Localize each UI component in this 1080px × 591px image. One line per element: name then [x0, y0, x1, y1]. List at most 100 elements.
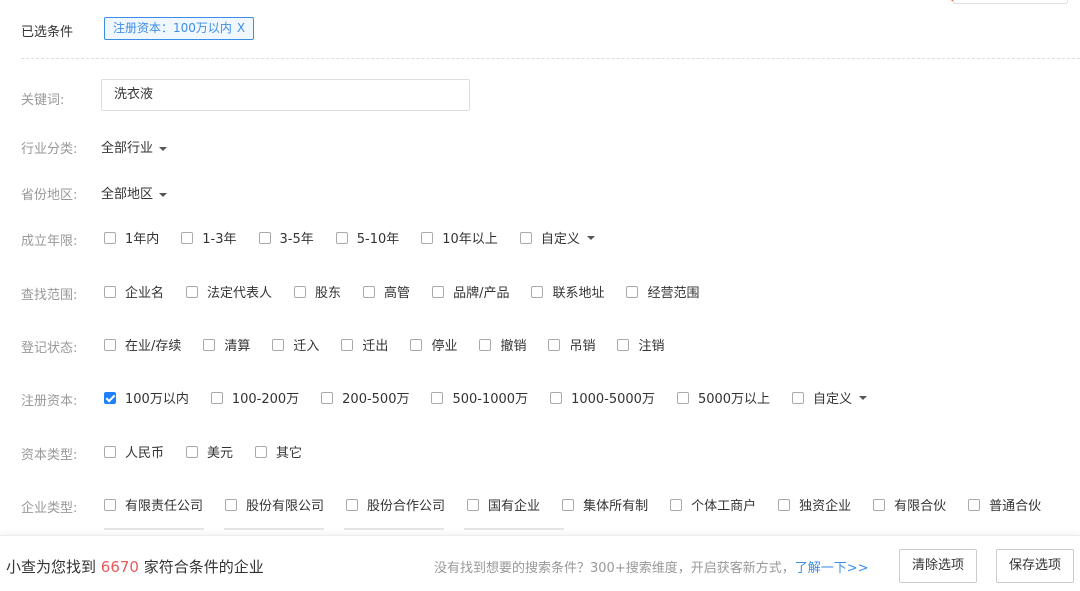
- clear-options-button[interactable]: 清除选项: [899, 549, 978, 583]
- status-option[interactable]: 迁入: [272, 335, 319, 354]
- checkbox-checked-icon[interactable]: [104, 391, 116, 404]
- scope-option[interactable]: 品牌/产品: [432, 282, 509, 301]
- checkbox-icon[interactable]: [104, 498, 116, 511]
- option-label: 有限责任公司: [125, 499, 204, 514]
- company-type-option[interactable]: 有限合伙: [873, 495, 946, 514]
- scope-option[interactable]: 联系地址: [531, 282, 604, 301]
- checkbox-icon[interactable]: [104, 338, 116, 351]
- established-option[interactable]: 1-3年: [181, 228, 237, 247]
- industry-dropdown[interactable]: 全部行业: [101, 137, 168, 156]
- scope-option[interactable]: 法定代表人: [186, 282, 272, 301]
- status-option[interactable]: 注销: [617, 335, 665, 354]
- checkbox-icon[interactable]: [321, 391, 334, 404]
- company-type-option[interactable]: 个体工商户: [670, 495, 756, 514]
- status-option[interactable]: 撤销: [479, 335, 526, 354]
- checkbox-icon[interactable]: [272, 338, 285, 351]
- learn-more-link[interactable]: 了解一下>>: [795, 561, 869, 576]
- status-option[interactable]: 停业: [410, 335, 457, 354]
- status-option[interactable]: 吊销: [548, 335, 595, 354]
- checkbox-icon[interactable]: [562, 498, 575, 511]
- capital-type-option[interactable]: 人民币: [104, 442, 164, 461]
- established-option[interactable]: 3-5年: [258, 228, 314, 247]
- scope-option[interactable]: 经营范围: [626, 282, 699, 301]
- checkbox-icon[interactable]: [186, 445, 199, 458]
- company-type-option[interactable]: 独资企业: [778, 495, 851, 514]
- option-label: 联系地址: [552, 286, 605, 301]
- status-option[interactable]: 清算: [203, 335, 250, 354]
- checkbox-icon[interactable]: [550, 391, 563, 404]
- company-type-option[interactable]: 集体所有制: [562, 495, 648, 514]
- selected-tag-capital[interactable]: 注册资本：100万以内 X: [104, 17, 255, 40]
- checkbox-icon[interactable]: [676, 391, 689, 404]
- checkbox-icon[interactable]: [225, 498, 238, 511]
- company-type-option[interactable]: 有限责任公司: [104, 495, 203, 514]
- checkbox-icon[interactable]: [792, 391, 805, 404]
- checkbox-icon[interactable]: [104, 445, 116, 458]
- capital-option[interactable]: 5000万以上: [676, 388, 770, 407]
- checkbox-icon[interactable]: [104, 231, 116, 244]
- capital-type-option[interactable]: 美元: [186, 442, 233, 461]
- option-label: 股份有限公司: [246, 499, 325, 514]
- checkbox-icon[interactable]: [421, 231, 434, 244]
- checkbox-icon[interactable]: [341, 338, 354, 351]
- region-dropdown[interactable]: 全部地区: [101, 183, 168, 202]
- company-type-option[interactable]: 股份合作公司: [346, 495, 445, 514]
- capital-option[interactable]: 100-200万: [210, 388, 299, 407]
- checkbox-icon[interactable]: [479, 338, 492, 351]
- checkbox-icon[interactable]: [104, 285, 116, 298]
- checkbox-icon[interactable]: [186, 285, 199, 298]
- option-label: 高管: [384, 286, 411, 301]
- checkbox-icon[interactable]: [778, 498, 791, 511]
- checkbox-icon[interactable]: [181, 231, 194, 244]
- scope-option[interactable]: 企业名: [104, 282, 164, 301]
- capital-option[interactable]: 200-500万: [321, 388, 409, 407]
- checkbox-icon[interactable]: [617, 338, 630, 351]
- capital-option[interactable]: 自定义: [792, 388, 868, 407]
- status-option[interactable]: 在业/存续: [104, 335, 181, 354]
- checkbox-icon[interactable]: [670, 498, 683, 511]
- established-option[interactable]: 10年以上: [421, 228, 498, 247]
- checkbox-icon[interactable]: [531, 285, 544, 298]
- checkbox-icon[interactable]: [346, 498, 359, 511]
- company-type-option[interactable]: 普通合伙: [968, 495, 1041, 514]
- capital-option[interactable]: 1000-5000万: [550, 388, 655, 407]
- checkbox-icon[interactable]: [873, 498, 886, 511]
- scope-option[interactable]: 高管: [363, 282, 410, 301]
- status-option[interactable]: 迁出: [341, 335, 388, 354]
- selected-tag-text: 注册资本：100万以内: [113, 21, 232, 35]
- option-label: 国有企业: [488, 499, 541, 514]
- upgrade-hint: 没有找到想要的搜索条件？300+搜索维度，开启获客新方式，了解一下>>: [434, 557, 869, 576]
- checkbox-icon[interactable]: [431, 391, 444, 404]
- company-type-option[interactable]: 股份有限公司: [225, 495, 324, 514]
- option-label: 美元: [207, 446, 234, 461]
- checkbox-icon[interactable]: [432, 285, 445, 298]
- established-option[interactable]: 5-10年: [335, 228, 399, 247]
- save-options-button[interactable]: 保存选项: [996, 549, 1075, 583]
- scope-option[interactable]: 股东: [294, 282, 341, 301]
- capital-option[interactable]: 100万以内: [104, 388, 189, 407]
- checkbox-icon[interactable]: [255, 445, 268, 458]
- checkbox-icon[interactable]: [410, 338, 423, 351]
- checkbox-icon[interactable]: [335, 231, 348, 244]
- option-label: 自定义: [540, 232, 580, 247]
- checkbox-icon[interactable]: [203, 338, 216, 351]
- checkbox-icon[interactable]: [294, 285, 307, 298]
- checkbox-icon[interactable]: [210, 391, 223, 404]
- established-option[interactable]: 1年内: [104, 228, 159, 247]
- capital-type-option[interactable]: 其它: [255, 442, 302, 461]
- checkbox-icon[interactable]: [548, 338, 561, 351]
- checkbox-icon[interactable]: [363, 285, 376, 298]
- capital-option[interactable]: 500-1000万: [431, 388, 528, 407]
- checkbox-icon[interactable]: [258, 231, 271, 244]
- keyword-input[interactable]: 洗衣液: [101, 79, 470, 111]
- checkbox-icon[interactable]: [626, 285, 639, 298]
- option-label: 停业: [431, 339, 458, 354]
- established-option[interactable]: 自定义: [519, 228, 595, 247]
- found-prefix: 小查为您找到: [6, 558, 97, 576]
- checkbox-icon[interactable]: [467, 498, 480, 511]
- corner-widget[interactable]: [953, 0, 1068, 4]
- checkbox-icon[interactable]: [968, 498, 981, 511]
- checkbox-icon[interactable]: [519, 231, 532, 244]
- company-type-option[interactable]: 国有企业: [467, 495, 540, 514]
- tag-close-icon[interactable]: X: [237, 21, 245, 35]
